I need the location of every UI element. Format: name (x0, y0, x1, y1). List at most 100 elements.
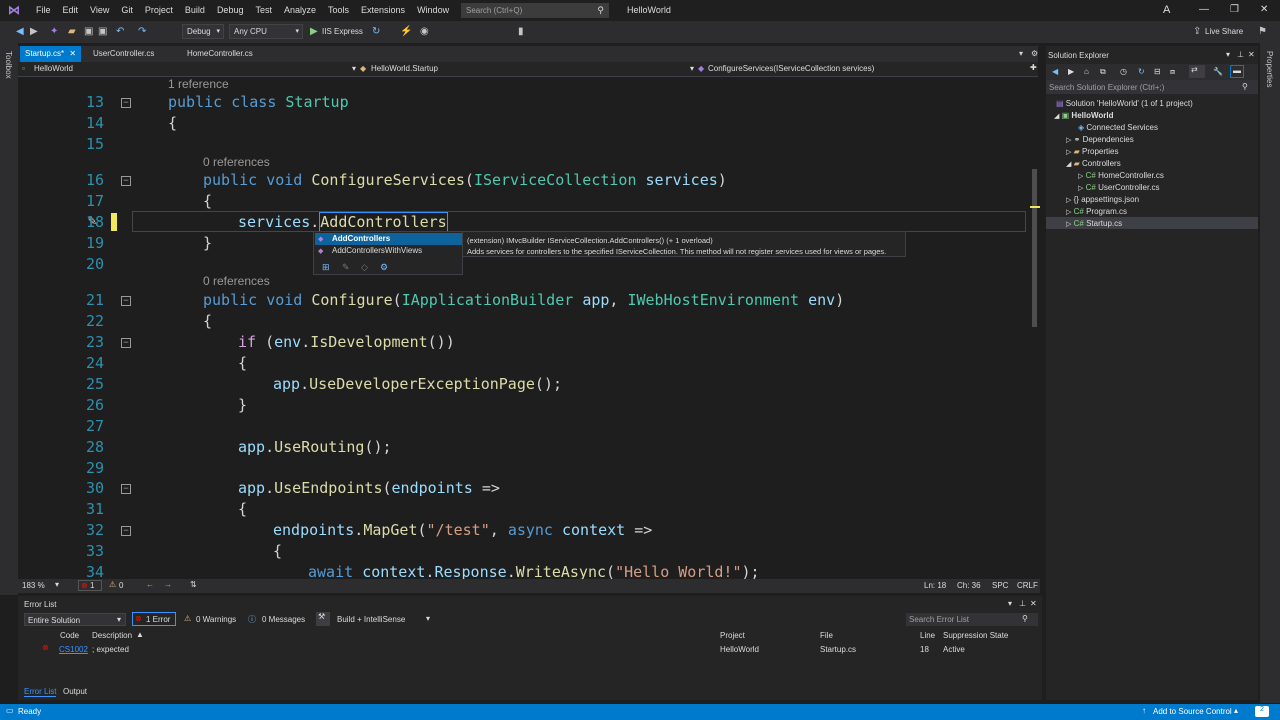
close-icon[interactable]: ✕ (1030, 599, 1037, 608)
notifications-icon[interactable]: 2 (1255, 706, 1269, 717)
col-line[interactable]: Line (920, 631, 935, 640)
back-icon[interactable]: ◀ (16, 26, 24, 37)
save-all-icon[interactable]: ▣ (98, 26, 107, 37)
nav-member[interactable]: ConfigureServices(IServiceCollection ser… (708, 64, 874, 73)
back-icon[interactable]: ◀ (1052, 67, 1058, 76)
tab-overflow-icon[interactable]: ▾ (1019, 49, 1023, 58)
menu-edit[interactable]: Edit (57, 5, 85, 15)
fold-toggle[interactable]: − (121, 338, 131, 348)
error-code-link[interactable]: CS1002 (59, 645, 88, 654)
codelens-references[interactable]: 1 reference (168, 77, 229, 91)
toolbox-strip[interactable]: Toolbox (0, 43, 18, 595)
error-search-input[interactable]: Search Error List ⚲ (906, 613, 1038, 626)
settings-icon[interactable]: ⚙ (1031, 49, 1038, 58)
run-button[interactable]: IIS Express (322, 27, 363, 36)
forward-icon[interactable]: ▶ (30, 26, 38, 37)
col-file[interactable]: File (820, 631, 833, 640)
tree-usercontroller[interactable]: ▷ C# UserController.cs (1078, 183, 1159, 192)
tree-project[interactable]: ◢ ▣ HelloWorld (1054, 111, 1114, 120)
collapsed-icon[interactable]: ▷ (1066, 137, 1071, 144)
warnings-filter-button[interactable]: 0 Warnings (196, 615, 236, 624)
maximize-icon[interactable]: ❐ (1230, 4, 1239, 15)
fold-toggle[interactable]: − (121, 98, 131, 108)
solution-search[interactable]: Search Solution Explorer (Ctrl+;) ⚲ (1046, 80, 1258, 94)
dropdown-icon[interactable]: ▾ (1226, 50, 1230, 59)
nav-dropdown-icon[interactable]: ▾ (352, 64, 356, 73)
bookmark-icon[interactable]: ▮ (518, 26, 524, 37)
nav-project[interactable]: HelloWorld (34, 64, 73, 73)
col-description[interactable]: Description (92, 631, 132, 640)
col-suppression[interactable]: Suppression State (943, 631, 1008, 640)
tree-connected-services[interactable]: ◈ Connected Services (1078, 123, 1158, 132)
expanded-icon[interactable]: ◢ (1054, 113, 1059, 120)
scrollbar-thumb[interactable] (1032, 169, 1037, 327)
collapsed-icon[interactable]: ▷ (1078, 173, 1083, 180)
search-icon[interactable]: ⚲ (1022, 614, 1028, 623)
search-icon[interactable]: ⚲ (1242, 82, 1248, 91)
show-all-files-icon[interactable]: ⧈ (1170, 67, 1175, 77)
errors-filter-button[interactable]: ⊗ 1 Error (132, 612, 176, 626)
active-view-icon[interactable]: ▬ (1230, 65, 1244, 78)
line-indicator[interactable]: Ln: 18 (924, 581, 946, 590)
menu-tools[interactable]: Tools (322, 5, 355, 15)
fold-toggle[interactable]: − (121, 176, 131, 186)
tab-usercontroller[interactable]: UserController.cs (88, 46, 159, 62)
redo-icon[interactable]: ↷ (138, 26, 146, 37)
tree-controllers[interactable]: ◢ ▰ Controllers (1066, 159, 1121, 168)
code-editor[interactable]: 1 reference 13 − public class Startup 14… (18, 77, 1030, 579)
properties-strip[interactable]: Properties (1260, 43, 1280, 703)
tree-startup[interactable]: ▷ C# Startup.cs (1066, 219, 1122, 228)
save-icon[interactable]: ▣ (84, 26, 93, 37)
sync-icon[interactable]: ↻ (1138, 67, 1145, 76)
config-select[interactable]: Debug ▾ (182, 24, 224, 39)
home-icon[interactable]: ⌂ (1084, 67, 1089, 76)
collapsed-icon[interactable]: ▷ (1066, 221, 1071, 228)
prev-issue-icon[interactable]: ← (146, 580, 154, 589)
filter-icon[interactable]: ✎ (342, 262, 350, 273)
nav-class[interactable]: HelloWorld.Startup (371, 64, 438, 73)
filter-icon[interactable]: ⊞ (322, 262, 330, 273)
menu-git[interactable]: Git (115, 5, 139, 15)
feedback-icon[interactable]: ⚑ (1258, 26, 1267, 37)
menu-build[interactable]: Build (179, 5, 211, 15)
menu-test[interactable]: Test (249, 5, 278, 15)
col-code[interactable]: Code (60, 631, 79, 640)
split-icon[interactable]: ✚ (1030, 63, 1037, 72)
tree-solution[interactable]: ▤ Solution 'HelloWorld' (1 of 1 project) (1056, 99, 1193, 108)
close-icon[interactable]: ✕ (1248, 50, 1255, 59)
source-control-button[interactable]: Add to Source Control (1153, 707, 1232, 716)
dropdown-icon[interactable]: ▾ (1008, 599, 1012, 608)
health-icon[interactable]: ⇅ (190, 580, 197, 589)
build-filter-select[interactable]: Build + IntelliSense ▾ (334, 613, 434, 626)
new-item-icon[interactable]: ✦ (50, 26, 58, 37)
search-input[interactable]: Search (Ctrl+Q) ⚲ (461, 3, 609, 18)
tree-program[interactable]: ▷ C# Program.cs (1066, 207, 1127, 216)
collapse-all-icon[interactable]: ⊟ (1154, 67, 1161, 76)
tree-properties[interactable]: ▷ ▰ Properties (1066, 147, 1118, 156)
error-count[interactable]: ⊗ 1 (78, 580, 102, 591)
tab-startup[interactable]: Startup.cs* ✕ (20, 46, 82, 62)
menu-window[interactable]: Window (411, 5, 455, 15)
warning-count[interactable]: 0 (119, 581, 123, 590)
properties-icon[interactable]: 🔧 (1213, 67, 1223, 76)
tree-dependencies[interactable]: ▷ ⚭ Dependencies (1066, 135, 1134, 144)
menu-view[interactable]: View (84, 5, 115, 15)
next-issue-icon[interactable]: → (164, 580, 172, 589)
tab-output[interactable]: Output (63, 687, 87, 696)
tab-homecontroller[interactable]: HomeController.cs (182, 46, 258, 62)
collapsed-icon[interactable]: ▷ (1066, 197, 1071, 204)
camera-icon[interactable]: ◉ (420, 26, 429, 37)
line-ending-indicator[interactable]: CRLF (1017, 581, 1038, 590)
collapsed-icon[interactable]: ▷ (1066, 149, 1071, 156)
expanded-icon[interactable]: ◢ (1066, 161, 1071, 168)
play-icon[interactable]: ▶ (310, 26, 318, 37)
pending-changes-icon[interactable]: ◷ (1120, 67, 1127, 76)
menu-extensions[interactable]: Extensions (355, 5, 411, 15)
toolbox-label[interactable]: Toolbox (4, 51, 13, 79)
zoom-dropdown-icon[interactable]: ▾ (55, 580, 59, 589)
menu-debug[interactable]: Debug (211, 5, 250, 15)
forward-icon[interactable]: ▶ (1068, 67, 1074, 76)
avatar[interactable]: A (1163, 4, 1170, 16)
error-row[interactable]: ⊗ CS1002 ; expected HelloWorld Startup.c… (18, 642, 1042, 656)
pin-icon[interactable]: ⊥ (1237, 50, 1244, 59)
